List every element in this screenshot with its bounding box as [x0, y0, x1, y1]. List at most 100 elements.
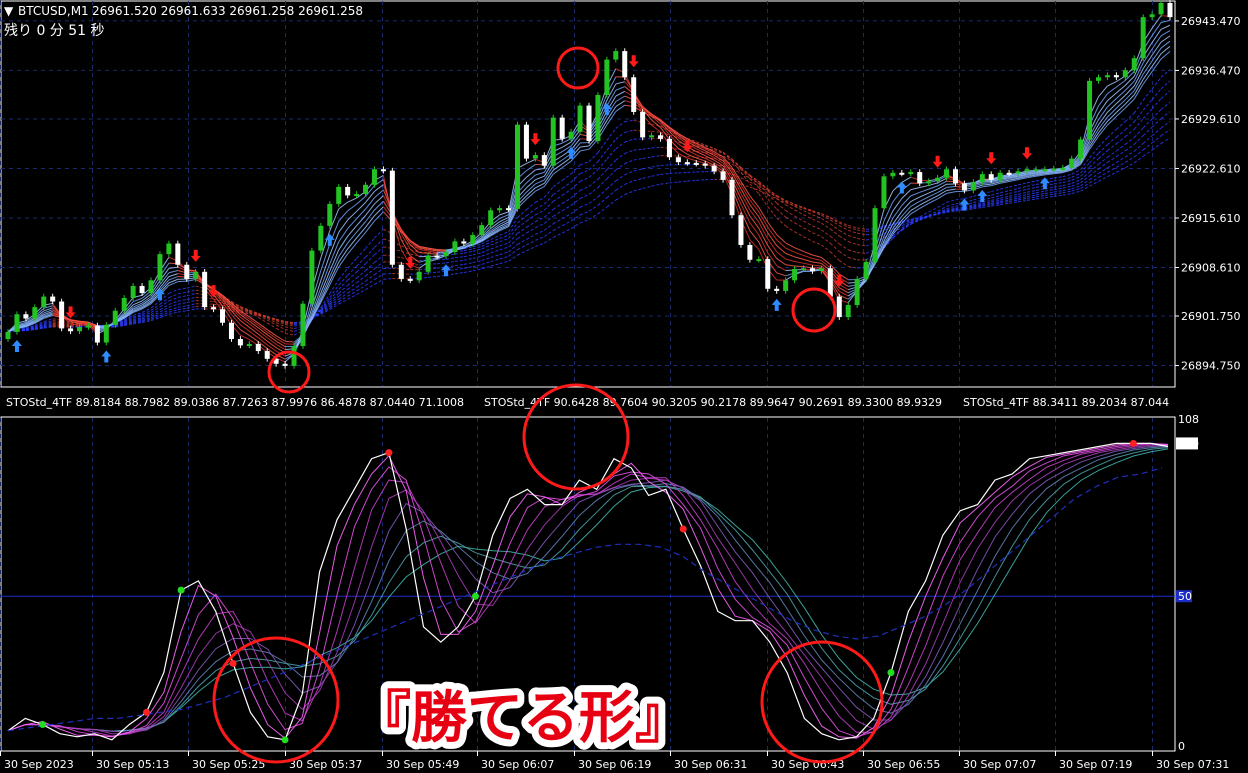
candle-body: [264, 351, 270, 359]
candle-body: [1104, 75, 1110, 78]
candle-body: [613, 51, 619, 60]
candle-body: [1006, 172, 1012, 175]
candle-body: [1024, 169, 1030, 172]
candle-body: [371, 169, 377, 185]
candle-body: [550, 117, 556, 166]
candle-body: [729, 179, 735, 216]
x-tick-label: 30 Sep 06:07: [481, 758, 554, 771]
candle-body: [506, 208, 512, 211]
y-tick-label: 26894.750: [1181, 360, 1241, 373]
candle-body: [175, 243, 181, 265]
candle-body: [845, 305, 851, 318]
candle-body: [1087, 80, 1093, 140]
x-tick-label: 30 Sep 06:55: [867, 758, 940, 771]
candle-body: [85, 325, 91, 328]
candle-body: [532, 155, 538, 159]
candle-body: [926, 181, 932, 184]
y-tick-label: 26922.610: [1181, 162, 1241, 175]
candle-body: [604, 59, 610, 95]
x-tick-label: 30 Sep 07:31: [1156, 758, 1229, 771]
candle-body: [1033, 169, 1039, 172]
candle-body: [631, 77, 637, 112]
candle-body: [5, 331, 11, 340]
candle-body: [416, 271, 422, 281]
candle-body: [872, 208, 878, 262]
trading-chart: 26943.470 26936.470 26929.610 26922.610 2691…: [0, 0, 1248, 773]
candle-body: [41, 296, 47, 308]
candle-body: [1140, 17, 1146, 59]
y-tick-label: 108: [1178, 413, 1199, 426]
signal-dot: [143, 708, 151, 716]
candle-body: [461, 241, 467, 244]
candle-body: [184, 264, 190, 279]
candle-body: [103, 324, 109, 343]
candle-body: [568, 131, 574, 139]
candle-body: [94, 325, 100, 343]
x-tick-label: 30 Sep 05:37: [289, 758, 362, 771]
candle-body: [622, 51, 628, 78]
candle-body: [1069, 158, 1075, 168]
candle-body: [944, 169, 950, 178]
ma-line: [794, 265, 804, 268]
indicator-header-2: STOStd_4TF 90.6428 89.7604 90.3205 90.21…: [484, 396, 942, 409]
candle-body: [908, 172, 914, 175]
candle-body: [988, 174, 994, 180]
candle-body: [479, 225, 485, 236]
ohlc-values: 26961.520 26961.633 26961.258 26961.258: [92, 4, 363, 18]
candle-body: [434, 255, 440, 258]
candle-body: [407, 278, 413, 281]
candle-body: [1095, 77, 1101, 81]
chart-header-arrow-icon[interactable]: ▼: [4, 4, 14, 18]
indicator-header-3: STOStd_4TF 88.3411 89.2034 87.044: [963, 396, 1169, 409]
x-tick-label: 30 Sep 05:49: [386, 758, 459, 771]
candle-body: [863, 261, 869, 279]
candle-body: [121, 297, 127, 311]
candle-body: [443, 252, 449, 257]
candle-body: [1158, 3, 1164, 15]
candle-body: [720, 171, 726, 180]
candle-body: [202, 271, 208, 308]
y-tick-label: 0: [1178, 740, 1185, 753]
candle-body: [1149, 14, 1155, 18]
candle-body: [827, 268, 833, 297]
candle-body: [640, 111, 646, 138]
candle-body: [220, 309, 226, 323]
x-tick-label: 30 Sep 2023: [4, 758, 74, 771]
signal-dot: [177, 586, 185, 594]
candle-body: [470, 235, 476, 244]
candle-body: [130, 285, 136, 298]
banner-text-fill: 『勝てる形』: [355, 686, 691, 751]
candle-body: [1015, 171, 1021, 174]
candle-body: [488, 210, 494, 226]
candle-body: [586, 105, 592, 141]
candle-body: [157, 254, 163, 281]
candle-body: [935, 177, 941, 182]
candle-body: [318, 225, 324, 251]
candle-body: [1060, 167, 1066, 170]
candle-body: [702, 163, 708, 166]
candle-body: [354, 194, 360, 196]
candle-body: [336, 186, 342, 204]
candle-body: [675, 157, 681, 163]
candle-body: [747, 244, 753, 260]
candle-body: [881, 176, 887, 209]
symbol-label: BTCUSD,M1: [18, 4, 89, 18]
candle-body: [559, 117, 565, 139]
indicator-header-1: STOStd_4TF 89.8184 88.7982 89.0386 87.72…: [6, 396, 464, 409]
y-tick-label: 26901.750: [1181, 310, 1241, 323]
signal-dot: [281, 736, 289, 744]
candle-body: [917, 172, 923, 184]
candle-body: [1078, 139, 1084, 159]
candle-body: [1122, 70, 1128, 78]
candle-body: [1131, 58, 1137, 71]
candle-body: [523, 124, 529, 159]
candle-body: [801, 268, 807, 271]
y-tick-label: 50: [1178, 590, 1192, 603]
candle-body: [738, 215, 744, 245]
candle-body: [425, 255, 431, 272]
candle-body: [237, 339, 243, 346]
candle-body: [854, 278, 860, 306]
y-tick-label: 26936.470: [1181, 64, 1241, 77]
candle-countdown: 残り 0 分 51 秒: [4, 23, 105, 39]
candle-body: [649, 135, 655, 138]
